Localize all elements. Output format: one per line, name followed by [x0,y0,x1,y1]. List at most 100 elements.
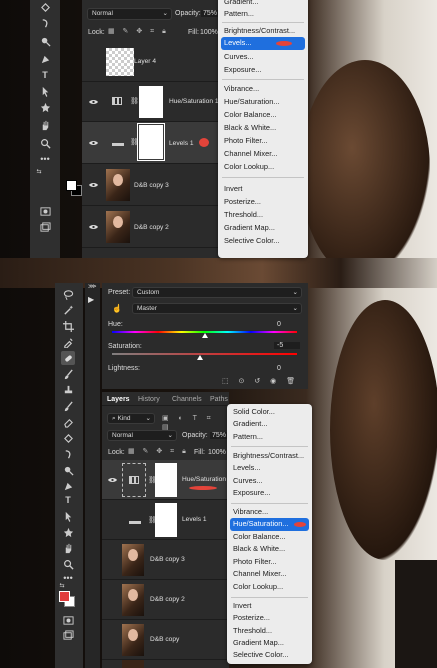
brush-icon[interactable] [61,367,75,381]
menu-item[interactable]: Black & White... [218,122,308,134]
menu-item[interactable]: Channel Mixer... [227,568,312,580]
screen-mode-icon[interactable] [61,628,75,642]
hue-value[interactable]: 0 [277,321,281,328]
path-selection-icon[interactable] [38,84,52,98]
menu-item[interactable]: Threshold... [218,209,308,221]
menu-item[interactable]: Posterize... [227,612,312,624]
eye-icon[interactable] [89,140,98,146]
menu-item[interactable]: Brightness/Contrast... [218,25,308,37]
menu-item[interactable]: Channel Mixer... [218,148,308,160]
opacity-value[interactable]: 75% [201,10,220,17]
smudge-icon[interactable] [38,16,52,30]
dodge-icon[interactable] [38,34,52,48]
menu-item[interactable]: Curves... [218,51,308,63]
menu-item[interactable]: Gradient... [227,418,312,430]
fill-value[interactable]: 100% [200,29,218,36]
menu-item[interactable]: Invert [227,600,312,612]
path-selection-icon[interactable] [61,509,75,523]
menu-item[interactable]: Pattern... [218,8,308,20]
collapse-icon[interactable]: ⋙ [88,283,97,290]
menu-item[interactable]: Black & White... [227,543,312,555]
eyedropper-icon[interactable] [61,335,75,349]
kind-filter-select[interactable]: ⌕ Kind ⌄ [107,413,155,424]
magic-wand-icon[interactable] [61,303,75,317]
menu-item[interactable]: Threshold... [227,625,312,637]
menu-item[interactable]: Selective Color... [227,649,312,661]
fill-value[interactable]: 100% [208,449,226,456]
menu-item[interactable]: Gradient Map... [218,222,308,234]
quick-mask-icon[interactable] [61,613,75,627]
paint-bucket-icon[interactable] [61,431,75,445]
menu-item[interactable]: Color Lookup... [227,581,312,593]
pen-icon[interactable] [61,479,75,493]
menu-item[interactable]: Gradient... [218,0,308,8]
lock-icons[interactable]: ▦ ✎ ✥ ⌗ 🔒︎ [108,27,169,36]
hand-icon[interactable] [61,541,75,555]
layer-row[interactable]: D&B copy 2 [102,580,229,620]
tab-history[interactable]: History [138,396,160,403]
layer-row[interactable]: D&B copy 3 [102,540,229,580]
dodge-icon[interactable] [61,463,75,477]
menu-item[interactable]: Vibrance... [227,506,312,518]
lasso-icon[interactable] [61,287,75,301]
history-brush-icon[interactable] [61,399,75,413]
pen-icon[interactable] [38,52,52,66]
smudge-icon[interactable] [61,447,75,461]
play-icon[interactable]: ▶ [88,295,94,304]
saturation-slider-thumb[interactable] [196,355,203,360]
layer-row[interactable]: D&B copy 2 [82,206,222,248]
menu-item[interactable]: Selective Color... [218,235,308,247]
hue-slider-thumb[interactable] [201,333,208,338]
blend-mode-select[interactable]: Normal ⌄ [107,430,177,441]
blend-mode-select[interactable]: Normal ⌄ [87,8,172,20]
menu-item[interactable]: Color Lookup... [218,161,308,173]
tab-paths[interactable]: Paths [210,396,228,403]
zoom-icon[interactable] [61,557,75,571]
eraser-icon[interactable] [61,415,75,429]
swap-colors-icon[interactable]: ⇆ [35,167,43,175]
layer-row[interactable]: Layer 4 [82,42,222,82]
saturation-value[interactable]: -5 [274,342,300,349]
lock-icons[interactable]: ▦ ✎ ✥ ⌗ 🔒︎ [128,447,189,456]
menu-item[interactable]: Brightness/Contrast... [227,450,312,462]
menu-item[interactable]: Vibrance... [218,83,308,95]
menu-item[interactable]: Exposure... [227,487,312,499]
menu-item[interactable]: Invert [218,183,308,195]
menu-item[interactable]: Curves... [227,475,312,487]
filter-icons[interactable]: ▣ ◐ T ⌗ ▤ [162,414,229,431]
type-icon[interactable]: T [61,493,75,507]
foreground-color-swatch[interactable] [66,180,77,191]
screen-mode-icon[interactable] [38,220,52,234]
menu-item[interactable]: Exposure... [218,64,308,76]
swap-colors-icon[interactable]: ⇆ [58,581,66,589]
eye-icon[interactable] [89,182,98,188]
menu-item[interactable]: Gradient Map... [227,637,312,649]
lightness-value[interactable]: 0 [277,365,281,372]
custom-shape-icon[interactable] [61,525,75,539]
menu-item[interactable]: Color Balance... [218,109,308,121]
menu-item-selected[interactable]: Levels... [221,37,305,50]
menu-item[interactable]: Solid Color... [227,406,312,418]
menu-item[interactable]: Hue/Saturation... [218,96,308,108]
menu-item[interactable]: Pattern... [227,431,312,443]
custom-shape-icon[interactable] [38,100,52,114]
layer-row[interactable]: D&B copy [102,620,229,660]
eye-icon[interactable] [108,477,117,483]
healing-brush-icon[interactable] [61,351,75,365]
zoom-icon[interactable] [38,136,52,150]
hand-icon[interactable] [38,118,52,132]
layer-row[interactable]: ⛓ Hue/Saturation 1 [82,82,222,122]
tab-layers[interactable]: Layers [107,396,130,403]
menu-item[interactable]: Levels... [227,462,312,474]
more-tools-icon[interactable]: ••• [38,152,52,166]
foreground-color-swatch[interactable] [59,591,70,602]
clone-stamp-icon[interactable] [61,383,75,397]
saturation-slider-track[interactable] [112,353,297,355]
preset-select[interactable]: Custom ⌄ [132,287,302,298]
eye-icon[interactable] [89,224,98,230]
paint-bucket-icon[interactable] [38,0,52,14]
tab-channels[interactable]: Channels [172,396,202,403]
eye-icon[interactable] [89,99,98,105]
layer-row[interactable]: D&B copy 3 [82,164,222,206]
menu-item[interactable]: Photo Filter... [218,135,308,147]
